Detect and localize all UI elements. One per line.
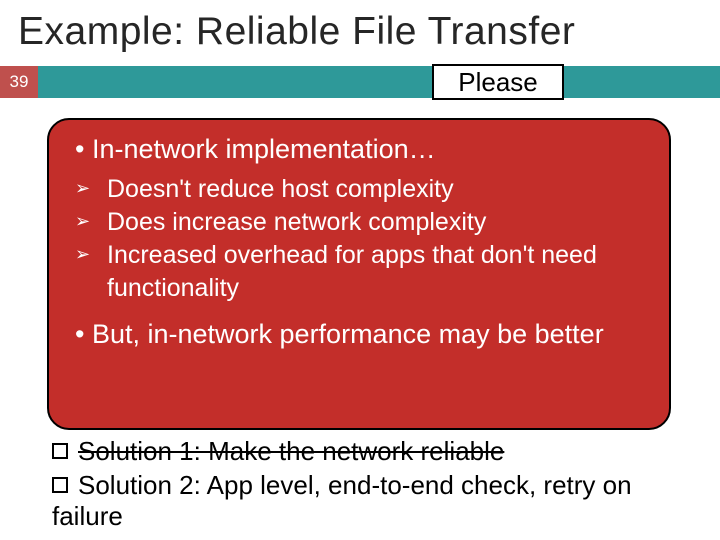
checkbox-icon — [52, 477, 68, 493]
callout-heading-2: • But, in-network performance may be bet… — [75, 319, 643, 350]
callout-item-text: Does increase network complexity — [107, 208, 486, 236]
slide-title: Example: Reliable File Transfer — [18, 10, 575, 54]
solution-2-text: Solution 2: App level, end-to-end check,… — [52, 470, 632, 531]
slide-number: 39 — [0, 66, 38, 98]
callout-item: ➢ Doesn't reduce host complexity — [75, 173, 643, 206]
callout-item: ➢ Does increase network complexity — [75, 206, 643, 239]
callout-item-text: Doesn't reduce host complexity — [107, 175, 454, 203]
callout-item-text: Increased overhead for apps that don't n… — [107, 241, 597, 302]
solution-1-text: Solution 1: Make the network reliable — [78, 436, 504, 466]
triangle-bullet-icon: ➢ — [75, 243, 90, 267]
triangle-bullet-icon: ➢ — [75, 177, 90, 201]
callout-box: • In-network implementation… ➢ Doesn't re… — [47, 118, 671, 430]
solution-2: Solution 2: App level, end-to-end check,… — [52, 470, 692, 532]
please-label: Please — [432, 64, 564, 100]
slide: Example: Reliable File Transfer 39 Pleas… — [0, 0, 720, 540]
header-bar — [0, 66, 720, 98]
callout-heading-1: • In-network implementation… — [75, 134, 643, 165]
solution-1: Solution 1: Make the network reliable — [52, 436, 692, 467]
triangle-bullet-icon: ➢ — [75, 210, 90, 234]
callout-item: ➢ Increased overhead for apps that don't … — [75, 239, 643, 305]
checkbox-icon — [52, 443, 68, 459]
